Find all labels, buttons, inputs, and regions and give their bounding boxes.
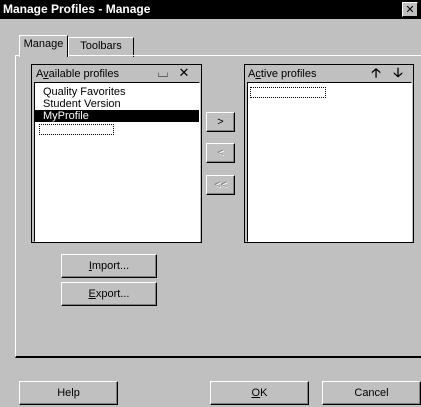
delete-icon[interactable]: ✕ xyxy=(176,66,192,80)
available-profiles-list[interactable]: Quality Favorites Student Version MyProf… xyxy=(34,82,200,242)
list-item[interactable]: MyProfile xyxy=(35,110,199,122)
move-down-icon[interactable]: 🡣 xyxy=(391,66,405,80)
window-title: Manage Profiles - Manage xyxy=(3,2,151,16)
list-item[interactable]: Quality Favorites xyxy=(35,86,199,98)
import-button[interactable]: Import... xyxy=(61,254,157,278)
ok-button[interactable]: OK xyxy=(210,381,309,405)
list-item[interactable]: Student Version xyxy=(35,98,199,110)
export-button[interactable]: Export... xyxy=(61,282,157,306)
remove-all-button[interactable]: << xyxy=(206,175,235,195)
tab-label: Manage xyxy=(23,38,64,50)
help-button[interactable]: Help xyxy=(19,381,118,405)
tab-toolbars[interactable]: Toolbars xyxy=(68,37,134,57)
active-profiles-label: Active profiles xyxy=(248,68,317,80)
tab-label: Toolbars xyxy=(80,40,122,52)
add-profile-button[interactable]: > xyxy=(206,112,235,132)
available-profiles-group: Available profiles ⌴ ✕ Quality Favorites… xyxy=(31,64,202,243)
new-item-edit-field[interactable] xyxy=(39,124,114,135)
new-item-edit-field[interactable] xyxy=(250,87,326,98)
remove-profile-button[interactable]: < xyxy=(206,143,235,163)
active-profiles-group: Active profiles 🡡 🡣 xyxy=(244,64,414,243)
move-up-icon[interactable]: 🡡 xyxy=(369,66,383,80)
new-profile-icon[interactable]: ⌴ xyxy=(155,66,171,80)
tab-manage[interactable]: Manage xyxy=(19,35,68,57)
active-profiles-list[interactable] xyxy=(247,82,412,242)
cancel-button[interactable]: Cancel xyxy=(322,381,421,405)
available-profiles-label: Available profiles xyxy=(36,68,119,80)
title-bar: Manage Profiles - Manage xyxy=(0,0,421,19)
close-icon[interactable]: ✕ xyxy=(402,2,418,17)
